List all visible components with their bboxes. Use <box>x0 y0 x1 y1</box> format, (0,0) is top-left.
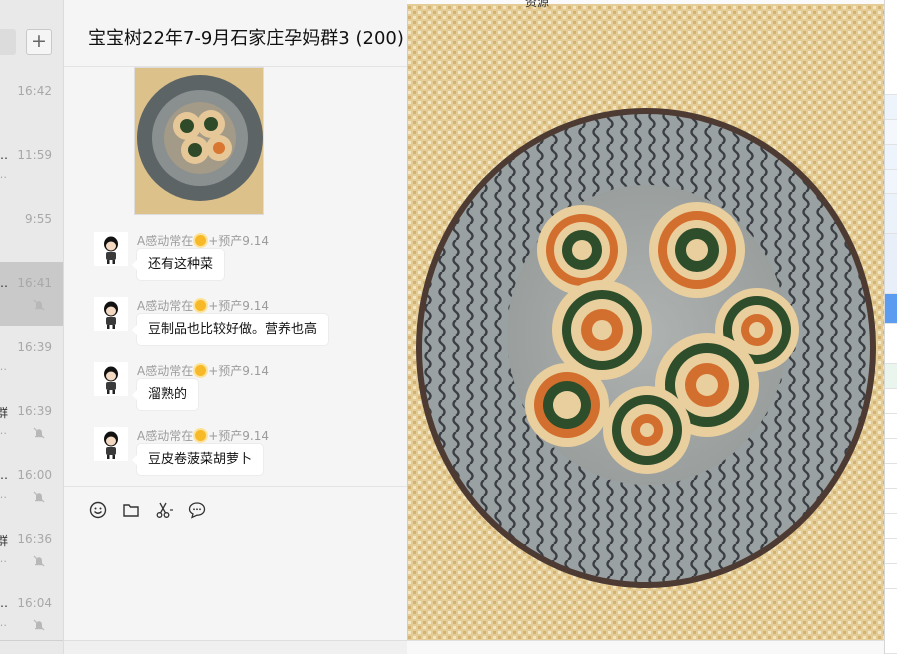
sender-name-prefix: A感动常在 <box>137 364 194 378</box>
conversation-time: 9:55 <box>25 212 52 226</box>
sender-name-suffix: +预产9.14 <box>208 364 269 378</box>
conversation-name-fragment: … <box>0 468 8 482</box>
sender-name-prefix: A感动常在 <box>137 234 194 248</box>
emoji-icon[interactable] <box>88 500 108 520</box>
conversation-item[interactable]: 9:55 <box>0 198 63 262</box>
mute-bell-icon <box>33 491 45 503</box>
mute-bell-icon <box>33 427 45 439</box>
conversation-time: 11:59 <box>17 148 52 162</box>
folder-icon[interactable] <box>121 500 141 520</box>
conversation-preview-fragment: … <box>0 168 7 181</box>
conversation-time: 16:04 <box>17 596 52 610</box>
image-viewer[interactable] <box>407 0 884 640</box>
mute-bell-icon <box>33 619 45 631</box>
conversation-preview-fragment: … <box>0 616 7 629</box>
conversation-item[interactable]: 16:39 群 … <box>0 390 63 454</box>
selected-cell[interactable] <box>885 294 897 324</box>
avatar[interactable] <box>94 232 128 266</box>
chat-panel: + 宝宝树22年7-9月石家庄孕妈群3 (200) A感动常在 +预产9.14 还有… <box>26 0 407 654</box>
conversation-name-fragment: 群 <box>0 532 8 549</box>
avatar[interactable] <box>94 362 128 396</box>
sender-name-prefix: A感动常在 <box>137 429 194 443</box>
sender-name: A感动常在 +预产9.14 <box>137 232 269 249</box>
sun-emoji-icon <box>195 365 207 376</box>
message-bubble[interactable]: 溜熟的 <box>131 379 199 410</box>
message-bubble[interactable]: 豆皮卷菠菜胡萝卜 <box>131 444 264 475</box>
conversation-name-fragment: … <box>0 148 8 162</box>
sender-name-prefix: A感动常在 <box>137 299 194 313</box>
conversation-name-fragment: … <box>0 276 8 290</box>
sender-name: A感动常在 +预产9.14 <box>137 362 269 379</box>
conversation-item[interactable]: 16:42 <box>0 70 63 134</box>
conversation-preview-fragment: … <box>0 552 7 565</box>
conversation-item[interactable]: 16:04 … … <box>0 582 63 646</box>
sender-name-suffix: +预产9.14 <box>208 429 269 443</box>
sun-emoji-icon <box>195 235 207 246</box>
mute-bell-icon <box>33 299 45 311</box>
conversation-item[interactable]: 11:59 … … <box>0 134 63 198</box>
conversation-item[interactable]: 16:39 … <box>0 326 63 390</box>
conversation-preview-fragment: … <box>0 360 7 373</box>
background-spreadsheet <box>884 0 897 654</box>
chat-bottom-strip <box>64 640 407 654</box>
conversation-item[interactable]: 16:36 群 … <box>0 518 63 582</box>
viewer-top-bar: 资源 <box>407 0 884 9</box>
sender-name-suffix: +预产9.14 <box>208 234 269 248</box>
sun-emoji-icon <box>195 430 207 441</box>
conversation-list-bottom <box>0 640 63 654</box>
chat-message: A感动常在 +预产9.14 豆皮卷菠菜胡萝卜 <box>94 427 394 487</box>
conversation-list: 16:4211:59……9:5516:41…16:39…16:39群…16:00… <box>0 0 64 654</box>
sender-name-suffix: +预产9.14 <box>208 299 269 313</box>
viewer-bottom-bar <box>407 640 897 654</box>
message-bubble[interactable]: 还有这种菜 <box>131 249 225 280</box>
conversation-time: 16:00 <box>17 468 52 482</box>
message-bubble[interactable]: 豆制品也比较好做。营养也高 <box>131 314 329 345</box>
conversation-time: 16:39 <box>17 404 52 418</box>
scissors-icon[interactable] <box>154 500 174 520</box>
chat-message: A感动常在 +预产9.14 豆制品也比较好做。营养也高 <box>94 297 394 357</box>
conversation-item[interactable]: 16:00 … … <box>0 454 63 518</box>
wechat-window: 16:4211:59……9:5516:41…16:39…16:39群…16:00… <box>0 0 897 654</box>
sender-name: A感动常在 +预产9.14 <box>137 297 269 314</box>
conversation-time: 16:39 <box>17 340 52 354</box>
conversation-preview-fragment: … <box>0 488 7 501</box>
avatar[interactable] <box>94 427 128 461</box>
conversation-time: 16:41 <box>17 276 52 290</box>
sender-name: A感动常在 +预产9.14 <box>137 427 269 444</box>
avatar[interactable] <box>94 297 128 331</box>
conversation-preview-fragment: … <box>0 424 7 437</box>
input-area[interactable] <box>64 486 407 654</box>
conversation-item[interactable]: 16:41 … <box>0 262 63 326</box>
food-photo <box>407 0 884 640</box>
add-chat-button[interactable]: + <box>26 29 52 55</box>
chat-bubble-icon[interactable] <box>187 500 207 520</box>
conversation-time: 16:42 <box>17 84 52 98</box>
conversation-name-fragment: 群 <box>0 404 8 421</box>
mute-bell-icon <box>33 555 45 567</box>
chat-title: 宝宝树22年7-9月石家庄孕妈群3 (200) <box>88 28 404 49</box>
chat-message: A感动常在 +预产9.14 溜熟的 <box>94 362 394 422</box>
chat-header: + 宝宝树22年7-9月石家庄孕妈群3 (200) <box>26 0 407 67</box>
chat-message: A感动常在 +预产9.14 还有这种菜 <box>94 232 394 292</box>
conversation-name-fragment: … <box>0 596 8 610</box>
conversation-time: 16:36 <box>17 532 52 546</box>
search-box[interactable] <box>0 29 16 55</box>
image-thumbnail[interactable] <box>134 67 264 215</box>
viewer-caption: 资源 <box>525 0 550 9</box>
sun-emoji-icon <box>195 300 207 311</box>
